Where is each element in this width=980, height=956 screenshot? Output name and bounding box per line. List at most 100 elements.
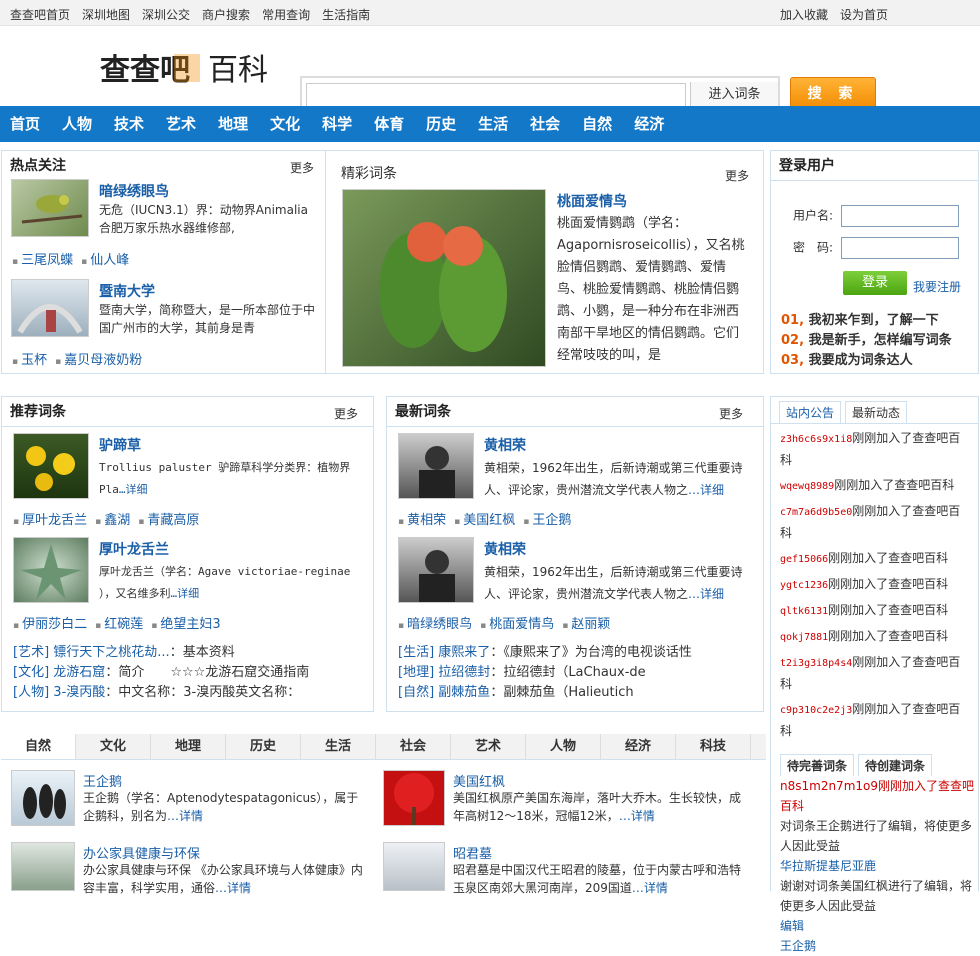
cat-tab-nature[interactable]: 自然 (1, 734, 76, 759)
hot-link-1b[interactable]: 仙人峰 (81, 249, 129, 268)
top-link-merchant[interactable]: 商户搜索 (202, 6, 250, 23)
feed-user-9[interactable]: c9p310c2e2j3 (780, 705, 852, 716)
tab-site-notice[interactable]: 站内公告 (779, 401, 842, 423)
cat-tab-people[interactable]: 人物 (526, 734, 601, 759)
hot-more-link[interactable]: 更多 (290, 159, 314, 176)
rec-link-1b[interactable]: 鑫湖 (95, 509, 130, 528)
featured-image[interactable] (342, 189, 546, 367)
lat-link-1a[interactable]: 黄相荣 (398, 509, 446, 528)
recommend-title-1[interactable]: 驴蹄草 (99, 435, 141, 455)
nav-tech[interactable]: 技术 (114, 106, 144, 142)
lat-tag-2-link[interactable]: 拉绍德封 (438, 665, 490, 680)
cat-tab-history[interactable]: 历史 (226, 734, 301, 759)
hot-link-2a[interactable]: 玉杯 (12, 349, 47, 368)
rec-link-2a[interactable]: 伊丽莎白二 (13, 613, 87, 632)
featured-more-link[interactable]: 更多 (725, 167, 749, 184)
feed-user-5[interactable]: ygtc1236 (780, 580, 828, 591)
latest-more-link[interactable]: 更多 (719, 405, 743, 422)
tab-to-improve[interactable]: 待完善词条 (780, 754, 855, 776)
login-button[interactable]: 登录 (843, 271, 907, 295)
cat-tab-society[interactable]: 社会 (376, 734, 451, 759)
featured-name[interactable]: 桃面爱情鸟 (557, 191, 627, 211)
recommend-thumb-1[interactable] (13, 433, 89, 499)
lat-tag-1-link[interactable]: 康熙来了 (438, 645, 490, 660)
cat-detail-4[interactable]: …详情 (632, 881, 668, 895)
lat-link-2c[interactable]: 赵丽颖 (562, 613, 610, 632)
top-link-home[interactable]: 查查吧首页 (10, 6, 70, 23)
password-input[interactable] (840, 237, 959, 259)
nav-society[interactable]: 社会 (530, 106, 560, 142)
hot-link-1a[interactable]: 三尾凤蝶 (12, 249, 73, 268)
recommend-detail-1[interactable]: …详细 (119, 483, 148, 496)
nav-nature[interactable]: 自然 (582, 106, 612, 142)
latest-thumb-2[interactable] (398, 537, 474, 603)
site-logo[interactable]: 查查吧 百科 (100, 48, 286, 88)
set-homepage-link[interactable]: 设为首页 (840, 6, 888, 23)
cat-detail-3[interactable]: …详情 (215, 881, 251, 895)
hot-thumb-university[interactable] (11, 279, 89, 337)
cat-thumb-tomb[interactable] (383, 842, 445, 891)
nav-geo[interactable]: 地理 (218, 106, 248, 142)
lat-link-2a[interactable]: 暗绿绣眼鸟 (398, 613, 472, 632)
latest-detail-1[interactable]: …详细 (688, 483, 724, 497)
lat-link-1c[interactable]: 王企鹅 (523, 509, 571, 528)
overlap-3[interactable]: 华拉斯提基尼亚鹿 (780, 856, 975, 876)
cat-thumb-penguin[interactable] (11, 770, 75, 826)
nav-art[interactable]: 艺术 (166, 106, 196, 142)
cat-title-2[interactable]: 美国红枫 (453, 771, 505, 790)
register-link[interactable]: 我要注册 (913, 278, 961, 295)
cat-tab-economy[interactable]: 经济 (601, 734, 676, 759)
recommend-thumb-2[interactable] (13, 537, 89, 603)
rec-tag-1-link[interactable]: 镖行天下之桃花劫... (53, 645, 169, 660)
guide-item-3[interactable]: 03, 我要成为词条达人 (781, 351, 952, 371)
search-input[interactable] (306, 83, 686, 107)
latest-title-1[interactable]: 黄相荣 (484, 435, 526, 455)
lat-link-2b[interactable]: 桃面爱情鸟 (480, 613, 554, 632)
cat-title-3[interactable]: 办公家具健康与环保 (83, 843, 200, 862)
latest-detail-2[interactable]: …详细 (688, 587, 724, 601)
cat-thumb-maple[interactable] (383, 770, 445, 826)
recommend-detail-2[interactable]: …详细 (171, 587, 200, 600)
hot-link-2b[interactable]: 嘉贝母液奶粉 (55, 349, 142, 368)
tab-latest-activity[interactable]: 最新动态 (845, 401, 908, 423)
top-link-map[interactable]: 深圳地图 (82, 6, 130, 23)
cat-title-1[interactable]: 王企鹅 (83, 771, 122, 790)
guide-item-2[interactable]: 02, 我是新手，怎样编写词条 (781, 331, 952, 351)
guide-item-1[interactable]: 01, 我初来乍到，了解一下 (781, 311, 952, 331)
cat-detail-1[interactable]: …详情 (167, 809, 203, 823)
cat-tab-tech[interactable]: 科技 (676, 734, 751, 759)
cat-title-4[interactable]: 昭君墓 (453, 843, 492, 862)
cat-detail-2[interactable]: …详情 (619, 809, 655, 823)
recommend-more-link[interactable]: 更多 (334, 405, 358, 422)
rec-link-1c[interactable]: 青藏高原 (138, 509, 199, 528)
hot-thumb-bird[interactable] (11, 179, 89, 237)
cat-tab-culture[interactable]: 文化 (76, 734, 151, 759)
nav-people[interactable]: 人物 (62, 106, 92, 142)
cat-thumb-office[interactable] (11, 842, 75, 891)
latest-thumb-1[interactable] (398, 433, 474, 499)
top-link-bus[interactable]: 深圳公交 (142, 6, 190, 23)
cat-tab-life[interactable]: 生活 (301, 734, 376, 759)
top-link-query[interactable]: 常用查询 (262, 6, 310, 23)
rec-link-1a[interactable]: 厚叶龙舌兰 (13, 509, 87, 528)
nav-sport[interactable]: 体育 (374, 106, 404, 142)
add-favorite-link[interactable]: 加入收藏 (780, 6, 828, 23)
lat-tag-3-link[interactable]: 副棘茄鱼 (438, 685, 490, 700)
overlap-6[interactable]: 王企鹅 (780, 936, 975, 956)
feed-user-3[interactable]: c7m7a6d9b5e0 (780, 507, 852, 518)
nav-economy[interactable]: 经济 (634, 106, 664, 142)
top-link-guide[interactable]: 生活指南 (322, 6, 370, 23)
cat-tab-geo[interactable]: 地理 (151, 734, 226, 759)
rec-tag-2-link[interactable]: 龙游石窟 (53, 665, 105, 680)
nav-culture[interactable]: 文化 (270, 106, 300, 142)
enter-entry-button[interactable]: 进入词条 (690, 82, 778, 108)
hot-title-1[interactable]: 暗绿绣眼鸟 (99, 181, 169, 201)
rec-link-2c[interactable]: 绝望主妇3 (151, 613, 220, 632)
rec-link-2b[interactable]: 红碗莲 (95, 613, 143, 632)
feed-user-2[interactable]: wqewq8989 (780, 481, 834, 492)
latest-title-2[interactable]: 黄相荣 (484, 539, 526, 559)
lat-link-1b[interactable]: 美国红枫 (454, 509, 515, 528)
feed-user-4[interactable]: gef15066 (780, 554, 828, 565)
username-input[interactable] (840, 205, 959, 227)
rec-tag-3-link[interactable]: 3-溴丙酸 (53, 685, 105, 700)
